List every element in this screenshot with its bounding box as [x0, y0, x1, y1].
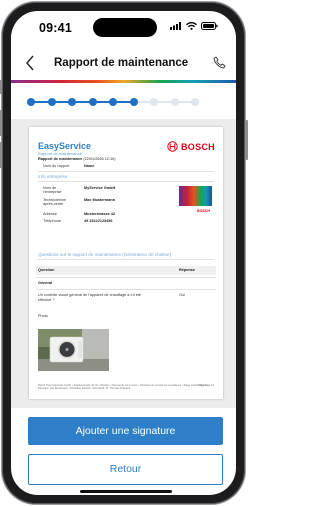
step-dot-completed	[129, 98, 138, 106]
document-footer: Bosch Thermotechnik GmbH • Sophienstraße…	[38, 384, 210, 391]
report-heading: Rapport de maintenance (22/01/2026 12:10…	[38, 157, 115, 161]
company-row-label: Nom de l'entreprise	[43, 186, 62, 195]
col-answer: Réponse	[179, 268, 196, 272]
report-label: Rapport de maintenance	[38, 157, 83, 161]
bosch-armature-icon	[167, 141, 178, 152]
heat-pump-photo	[38, 329, 109, 371]
report-date: (22/01/2026 12:10)	[83, 157, 116, 161]
volume-up-button	[0, 110, 2, 136]
document-preview-area[interactable]: EasyService Rapport de maintenance BOSCH…	[11, 119, 236, 408]
divider	[36, 277, 216, 278]
back-secondary-button[interactable]: Retour	[28, 454, 223, 485]
company-row-value: 49 15222123456	[84, 219, 113, 223]
chevron-left-icon	[26, 55, 34, 71]
add-signature-button[interactable]: Ajouter une signature	[28, 417, 223, 445]
step-dot-completed	[27, 98, 35, 106]
divider	[38, 181, 214, 182]
heat-pump-image	[38, 329, 109, 371]
divider	[36, 289, 216, 290]
step-dot-pending	[150, 98, 158, 106]
report-number-label: Nom du rapport	[43, 164, 70, 168]
company-section-title: Info entreprise	[38, 174, 68, 179]
answer-text: Oui	[179, 293, 185, 297]
dynamic-island	[93, 18, 157, 37]
step-dot-completed	[88, 98, 97, 106]
status-icons	[170, 22, 218, 30]
page-number: Page 1 sur 16	[197, 384, 214, 387]
status-bar: 09:41	[11, 11, 236, 41]
battery-icon	[201, 22, 218, 30]
bosch-logo: BOSCH	[167, 141, 215, 152]
divider	[38, 171, 214, 172]
company-row-value: Max Mustermann	[84, 198, 116, 202]
questions-section-title: Questions sur le rapport de maintenance …	[38, 252, 172, 257]
phone-icon	[213, 56, 226, 69]
side-button	[0, 80, 2, 94]
company-row-label: Téléphone	[43, 219, 61, 223]
brand-color-bar	[11, 80, 236, 83]
step-dot-completed	[109, 98, 117, 106]
company-row-value: Musterstrasse 42	[84, 212, 116, 216]
step-dot-pending	[170, 98, 179, 106]
company-row-label: Technicien/ne après-vente	[43, 198, 67, 207]
photo-label: Photo	[38, 314, 48, 318]
step-dot-pending	[191, 98, 199, 106]
doc-brand-subtitle: Rapport de maintenance	[38, 151, 82, 156]
home-indicator	[80, 490, 172, 493]
question-text: Un contrôle visuel général de l'appareil…	[38, 293, 142, 302]
report-document: EasyService Rapport de maintenance BOSCH…	[29, 127, 223, 399]
group-label: Général	[38, 281, 53, 285]
divider	[38, 259, 214, 260]
company-row-value: MyService GmbH	[84, 186, 116, 190]
app-header: Rapport de maintenance	[11, 51, 236, 77]
step-dot-completed	[68, 98, 76, 106]
company-logo-caption: BOSCH	[197, 209, 210, 213]
status-time: 09:41	[39, 21, 72, 35]
phone-frame: 09:41 Rapport de maintenance EasyService…	[0, 2, 248, 504]
company-logo-thumbnail	[179, 186, 212, 206]
wifi-icon	[186, 22, 197, 30]
back-button[interactable]	[25, 55, 35, 74]
company-row-label: Adresse	[43, 212, 57, 216]
report-number-value: Name	[84, 164, 95, 168]
signal-icon	[170, 22, 181, 30]
col-question: Question	[38, 268, 55, 272]
bosch-wordmark: BOSCH	[180, 141, 215, 152]
call-button[interactable]	[213, 56, 226, 74]
power-button	[245, 120, 248, 160]
volume-down-button	[0, 142, 2, 168]
progress-stepper	[27, 98, 202, 108]
app-screen: 09:41 Rapport de maintenance EasyService…	[11, 11, 236, 495]
step-dot-completed	[47, 98, 56, 106]
page-title: Rapport de maintenance	[54, 57, 189, 69]
doc-brand: EasyService	[38, 141, 92, 151]
